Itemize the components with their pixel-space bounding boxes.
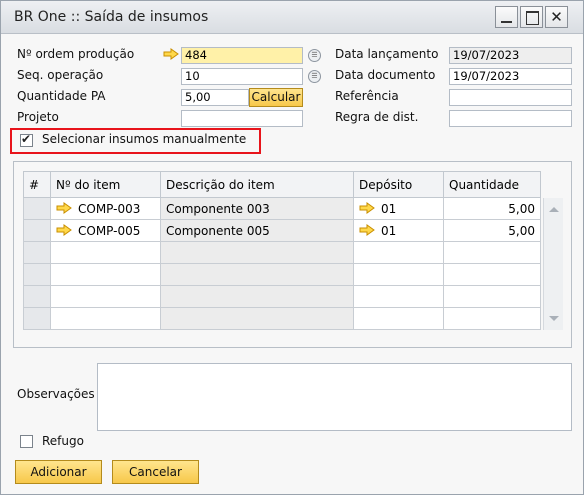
calcular-button[interactable]: Calcular <box>249 88 303 107</box>
items-grid: # Nº do item Descrição do item Depósito … <box>23 171 541 330</box>
item-cell[interactable]: COMP-003 <box>50 197 161 220</box>
column-header-quantidade[interactable]: Quantidade <box>443 171 541 198</box>
dialog-window: BR One :: Saída de insumos ✕ Nº ordem pr… <box>0 0 584 495</box>
column-header-item[interactable]: Nº do item <box>50 171 161 198</box>
quantidade-cell[interactable]: 5,00 <box>443 219 541 242</box>
column-header-deposito[interactable]: Depósito <box>353 171 444 198</box>
quantidade-label: Quantidade PA <box>17 89 106 103</box>
deposito-code: 01 <box>381 201 397 216</box>
column-header-desc[interactable]: Descrição do item <box>160 171 354 198</box>
row-number[interactable] <box>23 241 51 264</box>
table-row[interactable] <box>23 263 541 286</box>
regra-field[interactable] <box>449 110 572 127</box>
table-row[interactable]: COMP-005 Componente 005 01 5,00 <box>23 219 541 242</box>
refugo-label: Refugo <box>42 434 84 448</box>
link-arrow-icon[interactable] <box>56 201 72 214</box>
quantidade-cell[interactable] <box>443 263 541 286</box>
table-row[interactable] <box>23 285 541 308</box>
maximize-icon <box>521 7 542 27</box>
grid-scrollbar[interactable] <box>543 198 563 330</box>
choose-list-icon[interactable]: ☰ <box>308 49 321 62</box>
data-lancamento-label: Data lançamento <box>335 47 439 61</box>
referencia-label: Referência <box>335 89 399 103</box>
scroll-down-icon[interactable] <box>549 316 559 321</box>
observacoes-field[interactable] <box>97 363 572 431</box>
seq-field[interactable]: 10 <box>181 68 303 85</box>
quantidade-field[interactable]: 5,00 <box>181 89 249 106</box>
quantidade-cell[interactable] <box>443 241 541 264</box>
minimize-icon <box>496 7 517 27</box>
deposito-cell[interactable] <box>353 285 444 308</box>
description-cell[interactable]: Componente 005 <box>160 219 354 242</box>
ordem-field[interactable]: 484 <box>181 47 303 64</box>
manual-select-checkbox[interactable]: ✔ <box>20 132 33 147</box>
data-documento-label: Data documento <box>335 68 436 82</box>
deposito-code: 01 <box>381 223 397 238</box>
quantidade-cell[interactable]: 5,00 <box>443 197 541 220</box>
description-cell[interactable] <box>160 241 354 264</box>
check-icon: ✔ <box>21 132 32 146</box>
item-cell[interactable] <box>50 307 161 330</box>
observacoes-label: Observações <box>17 387 95 401</box>
ordem-label: Nº ordem produção <box>17 47 135 61</box>
table-row[interactable] <box>23 307 541 330</box>
item-code: COMP-003 <box>78 201 141 216</box>
item-cell[interactable]: COMP-005 <box>50 219 161 242</box>
choose-list-icon[interactable]: ☰ <box>308 70 321 83</box>
title-bar[interactable]: BR One :: Saída de insumos ✕ <box>1 1 583 34</box>
link-arrow-icon[interactable] <box>163 48 179 60</box>
item-code: COMP-005 <box>78 223 141 238</box>
scroll-up-icon[interactable] <box>549 207 559 212</box>
close-button[interactable]: ✕ <box>545 6 568 28</box>
link-arrow-icon[interactable] <box>359 201 375 214</box>
table-row[interactable] <box>23 241 541 264</box>
row-number[interactable] <box>23 285 51 308</box>
link-arrow-icon[interactable] <box>359 223 375 236</box>
item-cell[interactable] <box>50 241 161 264</box>
data-documento-field[interactable]: 19/07/2023 <box>449 68 572 85</box>
item-cell[interactable] <box>50 263 161 286</box>
cancelar-button[interactable]: Cancelar <box>112 460 199 484</box>
deposito-cell[interactable]: 01 <box>353 219 444 242</box>
row-number[interactable] <box>23 307 51 330</box>
seq-label: Seq. operação <box>17 68 104 82</box>
quantidade-cell[interactable] <box>443 307 541 330</box>
table-row[interactable]: COMP-003 Componente 003 01 5,00 <box>23 197 541 220</box>
projeto-label: Projeto <box>17 110 59 124</box>
data-lancamento-field[interactable]: 19/07/2023 <box>449 47 572 64</box>
description-cell[interactable] <box>160 307 354 330</box>
row-number[interactable] <box>23 197 51 220</box>
projeto-field[interactable] <box>181 110 303 127</box>
row-number[interactable] <box>23 219 51 242</box>
deposito-cell[interactable] <box>353 307 444 330</box>
row-number[interactable] <box>23 263 51 286</box>
deposito-cell[interactable]: 01 <box>353 197 444 220</box>
maximize-button[interactable] <box>520 6 543 28</box>
description-cell[interactable] <box>160 285 354 308</box>
minimize-button[interactable] <box>495 6 518 28</box>
deposito-cell[interactable] <box>353 241 444 264</box>
window-title: BR One :: Saída de insumos <box>14 9 209 25</box>
quantidade-cell[interactable] <box>443 285 541 308</box>
item-cell[interactable] <box>50 285 161 308</box>
description-cell[interactable]: Componente 003 <box>160 197 354 220</box>
referencia-field[interactable] <box>449 89 572 106</box>
link-arrow-icon[interactable] <box>56 223 72 236</box>
deposito-cell[interactable] <box>353 263 444 286</box>
description-cell[interactable] <box>160 263 354 286</box>
adicionar-button[interactable]: Adicionar <box>15 460 102 484</box>
refugo-checkbox[interactable] <box>20 435 33 448</box>
column-header-num[interactable]: # <box>23 171 51 198</box>
manual-select-label: Selecionar insumos manualmente <box>42 132 247 146</box>
regra-label: Regra de dist. <box>335 110 419 124</box>
close-icon: ✕ <box>550 8 563 26</box>
